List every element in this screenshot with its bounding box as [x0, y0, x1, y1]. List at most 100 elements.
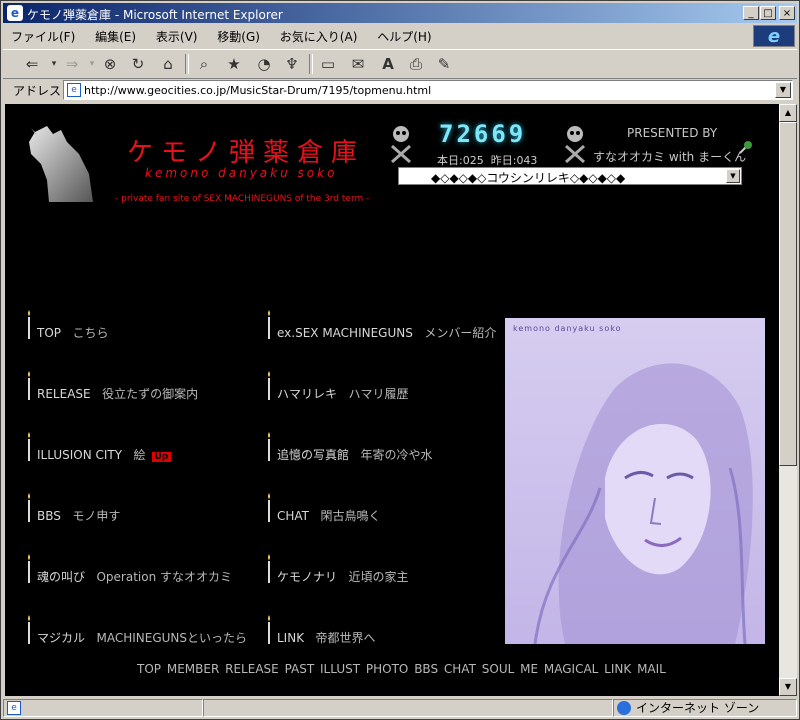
footer-link-link[interactable]: LINK	[604, 662, 631, 676]
menu-view[interactable]: 表示(V)	[148, 25, 206, 48]
footer-link-mail[interactable]: MAIL	[637, 662, 666, 676]
portrait-drawing	[533, 363, 753, 644]
candle-icon	[28, 310, 30, 339]
candle-icon	[268, 615, 270, 644]
page-viewport: ケモノ弾薬倉庫 kemono danyaku soko - private fa…	[5, 104, 779, 696]
portrait-caption: kemono danyaku soko	[513, 324, 622, 333]
footer-link-illust[interactable]: ILLUST	[320, 662, 360, 676]
scroll-down-icon[interactable]: ▼	[779, 678, 797, 696]
yesterday-label: 昨日	[490, 154, 513, 167]
site-logo[interactable]: ケモノ弾薬倉庫	[127, 132, 365, 169]
nav-title[interactable]: ケモノナリ	[277, 570, 337, 584]
candle-icon	[28, 432, 30, 461]
update-history-value: ◆◇◆◇◆◇コウシンリレキ◇◆◇◆◇◆	[431, 171, 626, 185]
toolbar-separator	[309, 54, 313, 74]
nav-title[interactable]: TOP	[37, 326, 61, 340]
ie-app-icon: e	[7, 5, 23, 21]
skull-icon	[565, 126, 585, 164]
candle-icon	[28, 493, 30, 522]
menu-bar: ファイル(F) 編集(E) 表示(V) 移動(G) お気に入り(A) ヘルプ(H…	[3, 25, 751, 47]
nav-title[interactable]: RELEASE	[37, 387, 91, 401]
status-text-cell: e	[3, 699, 203, 717]
footer-link-top[interactable]: TOP	[137, 662, 161, 676]
minimize-button[interactable]: _	[743, 6, 759, 20]
scroll-up-icon[interactable]: ▲	[779, 104, 797, 122]
scroll-thumb[interactable]	[779, 122, 797, 466]
update-history-select[interactable]: ◆◇◆◇◆◇コウシンリレキ◇◆◇◆◇◆ ▼	[398, 167, 742, 185]
nav-desc: モノ申す	[72, 509, 121, 523]
nav-title[interactable]: BBS	[37, 509, 61, 523]
chevron-down-icon[interactable]: ▼	[726, 169, 740, 183]
menu-help[interactable]: ヘルプ(H)	[369, 25, 439, 48]
site-logo-romaji: kemono danyaku soko	[145, 166, 338, 180]
candle-icon	[28, 371, 30, 400]
candle-icon	[28, 615, 30, 644]
nav-title[interactable]: 追憶の写真館	[277, 448, 349, 462]
refresh-icon[interactable]: ↻	[127, 53, 149, 75]
nav-desc: こちら	[72, 326, 109, 340]
nav-title[interactable]: CHAT	[277, 509, 309, 523]
site-subtitle: - private fan site of SEX MACHINEGUNS of…	[115, 194, 370, 204]
page-done-icon: e	[7, 701, 21, 715]
menu-favorites[interactable]: お気に入り(A)	[272, 25, 366, 48]
internet-zone-icon	[617, 701, 631, 715]
footer-link-magical[interactable]: MAGICAL	[544, 662, 598, 676]
nav-title[interactable]: ex.SEX MACHINEGUNS	[277, 326, 413, 340]
candle-icon	[268, 371, 270, 400]
back-icon[interactable]: ⇐	[21, 53, 43, 75]
address-dropdown-icon[interactable]: ▼	[775, 82, 791, 98]
footer-link-photo[interactable]: PHOTO	[366, 662, 408, 676]
candle-icon	[28, 554, 30, 583]
title-bar: e ケモノ弾薬倉庫 - Microsoft Internet Explorer …	[3, 3, 797, 23]
footer-link-past[interactable]: PAST	[285, 662, 315, 676]
today-count: 025	[462, 154, 484, 167]
nav-title[interactable]: マジカル	[37, 631, 85, 645]
nav-title[interactable]: ILLUSION CITY	[37, 448, 122, 462]
close-button[interactable]: ×	[779, 6, 795, 20]
page-icon: e	[67, 83, 81, 97]
fullscreen-icon[interactable]: ▭	[317, 53, 339, 75]
address-bar: アドレス e http://www.geocities.co.jp/MusicS…	[3, 79, 797, 101]
skull-icon	[391, 126, 411, 164]
address-field[interactable]: e http://www.geocities.co.jp/MusicStar-D…	[63, 80, 793, 100]
candle-icon	[268, 493, 270, 522]
nav-desc: 年寄の冷や水	[360, 448, 433, 462]
forward-icon[interactable]: ⇒	[61, 53, 83, 75]
vertical-scrollbar[interactable]: ▲ ▼	[779, 104, 797, 696]
menu-file[interactable]: ファイル(F)	[3, 25, 83, 48]
edit-icon[interactable]: ✎	[433, 53, 455, 75]
channels-icon[interactable]: ♆	[281, 53, 303, 75]
update-badge: Up	[151, 452, 172, 462]
stop-icon[interactable]: ⊗	[99, 53, 121, 75]
menu-go[interactable]: 移動(G)	[209, 25, 268, 48]
footer-link-release[interactable]: RELEASE	[225, 662, 279, 676]
home-icon[interactable]: ⌂	[157, 53, 179, 75]
history-icon[interactable]: ◔	[253, 53, 275, 75]
nav-title[interactable]: ハマリレキ	[277, 387, 337, 401]
footer-link-bbs[interactable]: BBS	[414, 662, 438, 676]
nav-title[interactable]: LINK	[277, 631, 304, 645]
pin-icon	[739, 141, 752, 154]
nav-desc: Operation すなオオカミ	[96, 570, 233, 584]
font-icon[interactable]: A	[377, 53, 399, 75]
footer-link-me[interactable]: ME	[520, 662, 538, 676]
nav-title[interactable]: 魂の叫び	[37, 570, 85, 584]
daily-counts: 本日:025 昨日:043	[437, 154, 538, 167]
footer-link-soul[interactable]: SOUL	[482, 662, 515, 676]
menu-edit[interactable]: 編集(E)	[87, 25, 144, 48]
zone-label: インターネット ゾーン	[636, 701, 760, 715]
standard-toolbar: ⇐ ▾ ⇒ ▾ ⊗ ↻ ⌂ ⌕ ★ ◔ ♆ ▭ ✉ A ⎙ ✎	[3, 49, 797, 79]
favorites-icon[interactable]: ★	[223, 53, 245, 75]
print-icon[interactable]: ⎙	[405, 53, 427, 75]
address-url[interactable]: http://www.geocities.co.jp/MusicStar-Dru…	[84, 84, 431, 97]
footer-link-chat[interactable]: CHAT	[444, 662, 476, 676]
nav-desc: 役立たずの御案内	[102, 387, 199, 401]
maximize-button[interactable]: □	[760, 6, 776, 20]
ie-throbber-icon: e	[753, 25, 795, 47]
toolbar-separator	[185, 54, 189, 74]
mail-icon[interactable]: ✉	[347, 53, 369, 75]
search-icon[interactable]: ⌕	[193, 53, 215, 75]
yesterday-count: 043	[516, 154, 538, 167]
address-label: アドレス	[13, 84, 62, 98]
footer-link-member[interactable]: MEMBER	[167, 662, 219, 676]
